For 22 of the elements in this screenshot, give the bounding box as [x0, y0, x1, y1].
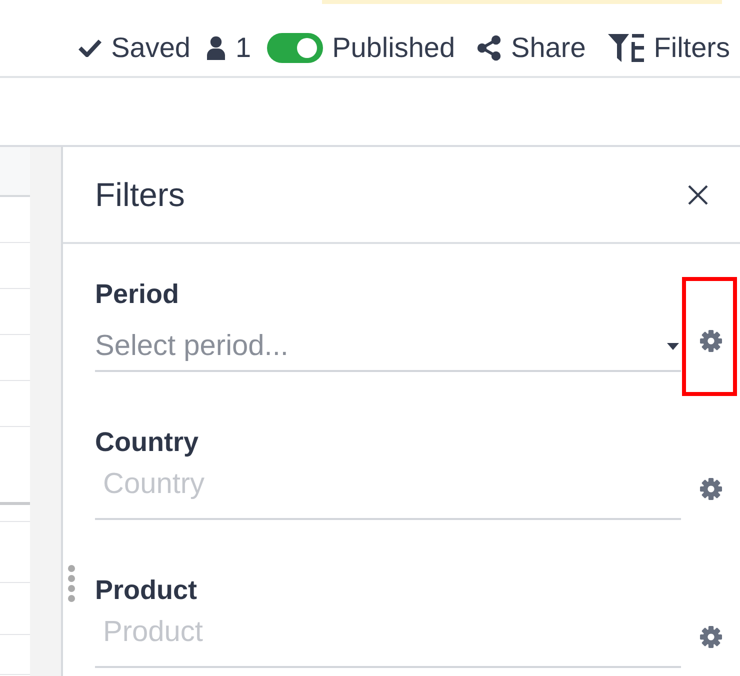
panel-title: Filters — [95, 176, 185, 214]
resize-handle[interactable] — [68, 565, 75, 602]
save-status: Saved — [111, 32, 190, 64]
publish-switch[interactable] — [267, 33, 324, 63]
field-label: Country — [95, 426, 200, 458]
share-icon — [477, 35, 502, 61]
settings-icon[interactable] — [700, 330, 722, 352]
viewer-count: 1 — [235, 32, 252, 64]
publish-label: Published — [332, 32, 456, 64]
caret-icon — [667, 343, 679, 350]
check-icon — [78, 39, 102, 57]
share-button[interactable]: Share — [477, 32, 586, 64]
field-label: Period — [95, 278, 180, 310]
settings-icon[interactable] — [700, 626, 722, 648]
user-icon — [206, 36, 226, 60]
close-icon[interactable] — [688, 184, 708, 204]
text-field[interactable]: Country — [95, 458, 681, 520]
settings-icon[interactable] — [700, 478, 722, 500]
filter-icon — [608, 33, 644, 63]
filters-button[interactable]: Filters — [608, 32, 730, 64]
text-field[interactable]: Product — [95, 606, 681, 668]
field-label: Product — [95, 574, 198, 606]
